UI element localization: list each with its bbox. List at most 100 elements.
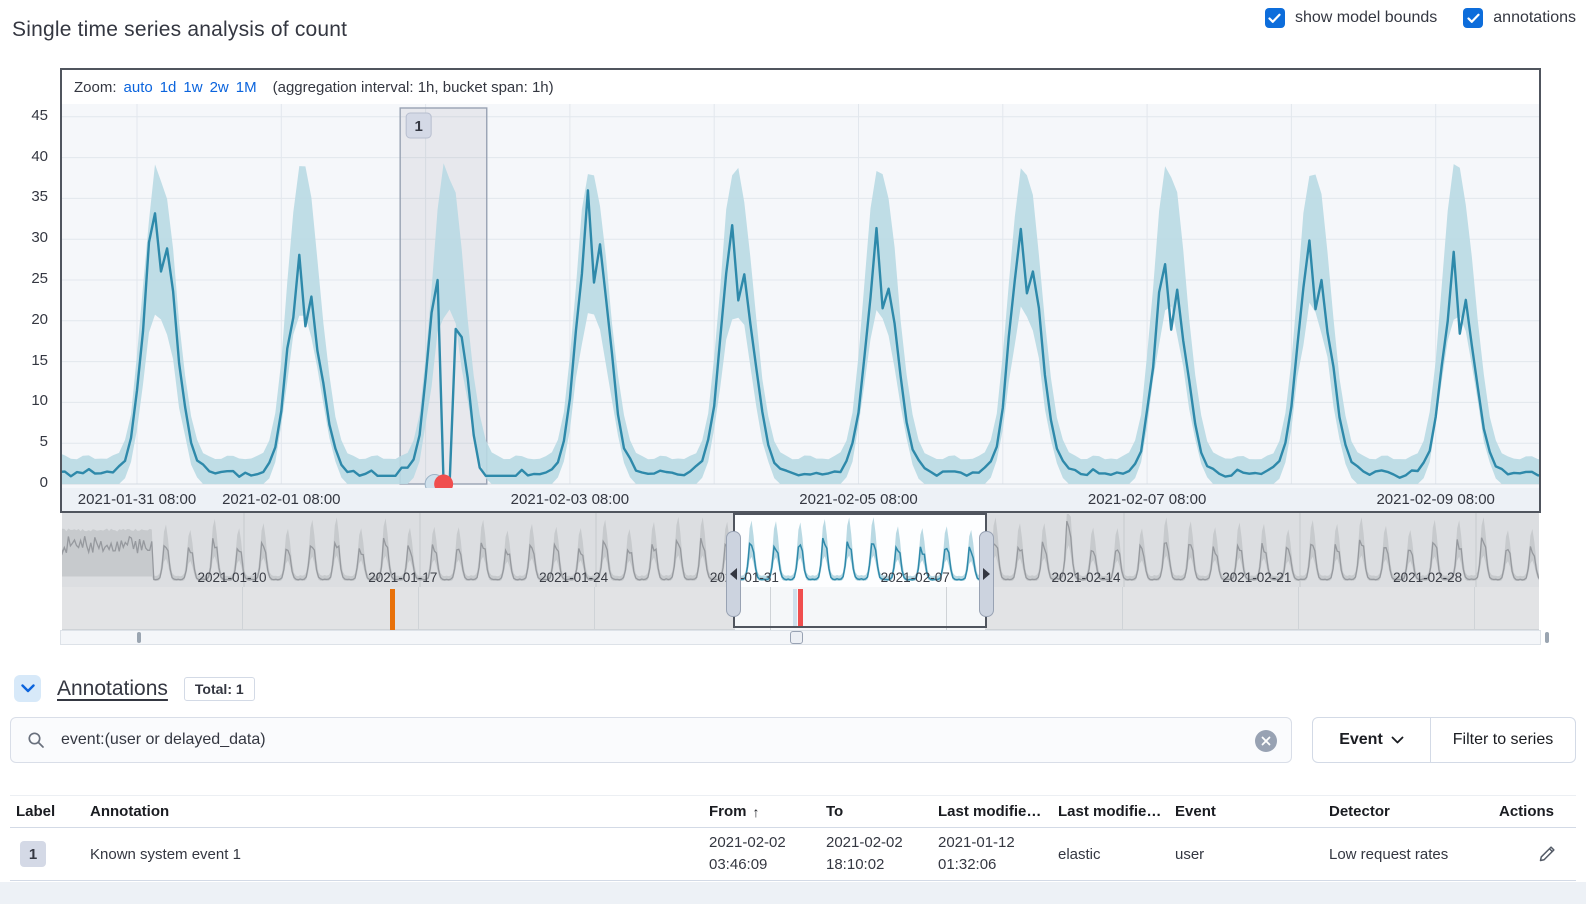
single-metric-viewer: Single time series analysis of count sho… [0, 0, 1586, 904]
y-axis-tick-label: 15 [6, 352, 48, 369]
sort-ascending-icon: ↑ [753, 804, 760, 820]
y-axis-tick-label: 30 [6, 229, 48, 246]
zoom-option-2w[interactable]: 2w [210, 79, 229, 96]
y-axis-tick-label: 20 [6, 311, 48, 328]
left-arrow-icon [730, 568, 737, 580]
annotations-filter-bar: event:(user or delayed_data) Event Filte… [10, 717, 1576, 763]
scrollbar-thumb[interactable] [790, 631, 803, 644]
total-badge: Total: 1 [184, 677, 255, 701]
right-arrow-icon [983, 568, 990, 580]
x-axis-tick-label: 2021-02-05 08:00 [799, 491, 917, 508]
search-query-text: event:(user or delayed_data) [61, 731, 266, 749]
annotation-label-badge: 1 [20, 841, 46, 867]
context-tick-label: 2021-02-21 [1222, 570, 1291, 585]
col-last-modified-by[interactable]: Last modifie… [1052, 803, 1169, 820]
zoom-option-1w[interactable]: 1w [183, 79, 202, 96]
filter-button-group: Event Filter to series [1312, 717, 1576, 763]
event-cell: user [1169, 846, 1323, 863]
scrollbar-left-pill[interactable] [137, 632, 141, 643]
col-from[interactable]: From↑ [703, 803, 820, 820]
annotation-text: Known system event 1 [84, 846, 703, 863]
swimlane-gridline [418, 587, 419, 630]
table-row[interactable]: 1 Known system event 1 2021-02-02 03:46:… [10, 828, 1576, 881]
y-axis-tick-label: 0 [6, 474, 48, 491]
context-chart: 2021-01-102021-01-172021-01-242021-01-31… [60, 513, 1541, 630]
context-scrollbar[interactable] [60, 630, 1541, 645]
svg-text:1: 1 [414, 118, 422, 135]
context-tick-label: 2021-02-14 [1051, 570, 1120, 585]
context-tick-label: 2021-02-28 [1393, 570, 1462, 585]
col-detector[interactable]: Detector [1323, 803, 1490, 820]
swimlane-gridline [1298, 587, 1299, 630]
detector-cell: Low request rates [1323, 846, 1490, 863]
checkbox-checked-icon[interactable] [1463, 8, 1483, 28]
chevron-down-icon [1391, 736, 1404, 744]
chart-toggles: show model bounds annotations [1265, 8, 1576, 28]
annotations-toggle[interactable]: annotations [1463, 8, 1576, 28]
checkbox-checked-icon[interactable] [1265, 8, 1285, 28]
scrollbar-right-pill[interactable] [1545, 632, 1549, 643]
zoom-option-1d[interactable]: 1d [160, 79, 177, 96]
context-tick-label: 2021-01-17 [368, 570, 437, 585]
y-axis-tick-label: 10 [6, 392, 48, 409]
show-model-bounds-label: show model bounds [1295, 9, 1437, 27]
page-title: Single time series analysis of count [12, 18, 347, 42]
zoom-option-1M[interactable]: 1M [236, 79, 257, 96]
x-axis-tick-label: 2021-01-31 08:00 [78, 491, 196, 508]
zoom-label: Zoom: [74, 79, 117, 96]
annotations-label: annotations [1493, 9, 1576, 27]
annotations-table: Label Annotation From↑ To Last modifie… … [10, 795, 1576, 881]
collapse-annotations-button[interactable] [14, 675, 41, 702]
col-to[interactable]: To [820, 803, 932, 820]
event-button-label: Event [1339, 731, 1383, 749]
from-cell: 2021-02-02 03:46:09 [703, 832, 820, 876]
col-event[interactable]: Event [1169, 803, 1323, 820]
col-actions: Actions [1490, 803, 1576, 820]
timeseries-chart-panel: Zoom: auto 1d 1w 2w 1M (aggregation inte… [60, 68, 1541, 513]
show-model-bounds-toggle[interactable]: show model bounds [1265, 8, 1437, 28]
col-annotation: Annotation [84, 803, 703, 820]
focus-chart[interactable]: 1 [62, 104, 1539, 488]
context-tick-label: 2021-01-10 [197, 570, 266, 585]
clear-search-button[interactable] [1255, 730, 1277, 752]
annotation-marker[interactable] [390, 589, 395, 630]
selection-right-handle[interactable] [979, 531, 994, 617]
swimlane-gridline [1474, 587, 1475, 630]
search-icon [27, 731, 45, 749]
selection-left-handle[interactable] [726, 531, 741, 617]
swimlane-gridline [594, 587, 595, 630]
y-axis-tick-label: 40 [6, 148, 48, 165]
x-axis-tick-label: 2021-02-01 08:00 [222, 491, 340, 508]
aggregation-note: (aggregation interval: 1h, bucket span: … [273, 79, 554, 96]
close-icon [1261, 736, 1271, 746]
last-modified-date-cell: 2021-01-12 01:32:06 [932, 832, 1052, 876]
swimlane-gridline [242, 587, 243, 630]
search-input[interactable]: event:(user or delayed_data) [10, 717, 1292, 763]
col-last-modified-date[interactable]: Last modifie… [932, 803, 1052, 820]
to-cell: 2021-02-02 18:10:02 [820, 832, 932, 876]
chevron-down-icon [21, 684, 35, 693]
y-axis-tick-label: 45 [6, 107, 48, 124]
context-tick-label: 2021-01-24 [539, 570, 608, 585]
zoom-option-auto[interactable]: auto [124, 79, 153, 96]
x-axis-tick-label: 2021-02-07 08:00 [1088, 491, 1206, 508]
edit-pencil-icon[interactable] [1538, 845, 1556, 863]
annotations-heading: Annotations [57, 677, 168, 701]
last-modified-by-cell: elastic [1052, 846, 1169, 863]
swimlane-gridline [1122, 587, 1123, 630]
y-axis-tick-label: 25 [6, 270, 48, 287]
y-axis-tick-label: 5 [6, 433, 48, 450]
table-header-row: Label Annotation From↑ To Last modifie… … [10, 795, 1576, 828]
page-background-strip [0, 882, 1586, 904]
x-axis-tick-label: 2021-02-03 08:00 [511, 491, 629, 508]
filter-to-series-label: Filter to series [1453, 731, 1553, 749]
x-axis-tick-label: 2021-02-09 08:00 [1376, 491, 1494, 508]
time-range-selection[interactable] [733, 513, 987, 628]
x-axis: 2021-01-31 08:00 2021-02-01 08:00 2021-02-… [62, 488, 1539, 511]
col-label: Label [10, 803, 84, 820]
event-filter-button[interactable]: Event [1313, 718, 1431, 762]
zoom-controls: Zoom: auto 1d 1w 2w 1M (aggregation inte… [62, 70, 1539, 104]
annotations-header: Annotations Total: 1 [14, 675, 255, 702]
y-axis-tick-label: 35 [6, 188, 48, 205]
filter-to-series-button[interactable]: Filter to series [1431, 718, 1575, 762]
